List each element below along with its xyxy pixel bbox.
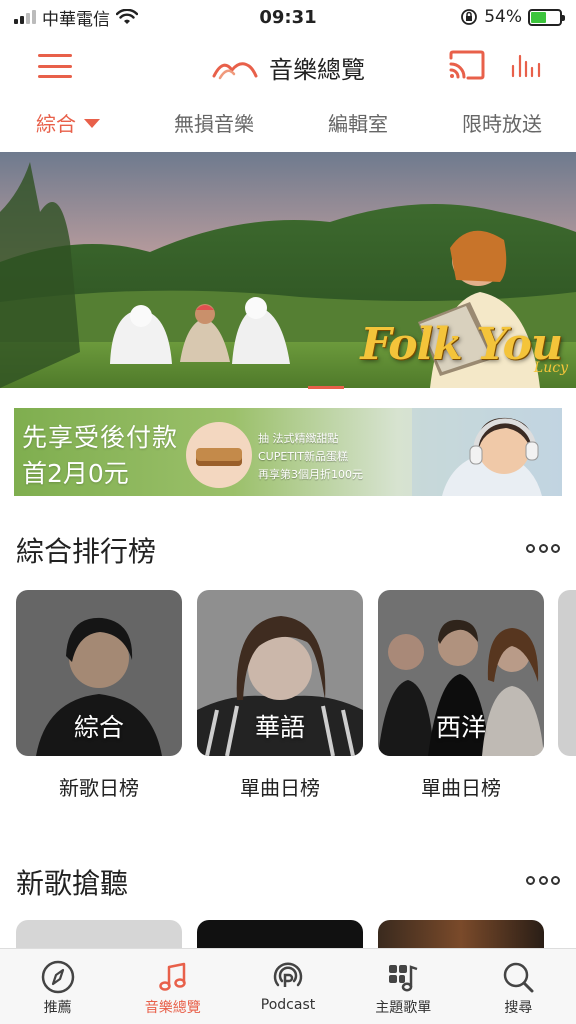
battery-percent: 54% — [484, 7, 522, 27]
carousel-indicator — [308, 386, 344, 389]
compass-icon — [41, 960, 74, 994]
ad-detail-2: CUPETIT新品蛋糕 — [258, 450, 348, 463]
ranking-card-western[interactable]: 西洋 — [378, 590, 544, 756]
music-note-icon — [159, 962, 186, 991]
app-header: 音樂總覽 — [0, 36, 576, 94]
tab-overall[interactable]: 綜合 — [36, 108, 100, 137]
wifi-icon — [116, 9, 138, 24]
card-caption[interactable]: 單曲日榜 — [197, 772, 363, 801]
playlist-icon — [389, 965, 418, 992]
ad-banner[interactable]: 先享受後付款 首2月0元 抽 法式精緻甜點 CUPETIT新品蛋糕 再享第3個月… — [14, 408, 562, 496]
card-label: 華語 — [254, 713, 305, 742]
signal-icon — [14, 10, 36, 24]
tab-editorial[interactable]: 編輯室 — [328, 108, 388, 137]
tab-lossless[interactable]: 無損音樂 — [174, 108, 254, 137]
card-label: 西洋 — [435, 713, 486, 742]
nav-podcast[interactable]: Podcast — [230, 949, 345, 1024]
status-right: 54% — [460, 7, 565, 27]
ranking-section-title: 綜合排行榜 — [16, 535, 157, 568]
battery-icon — [528, 8, 565, 26]
card-caption[interactable]: 新歌日榜 — [16, 772, 182, 801]
nav-label: Podcast — [260, 997, 316, 1013]
nav-label: 主題歌單 — [375, 1000, 432, 1016]
bottom-nav: 推薦 音樂總覽 Podcast 主題歌單 搜尋 — [0, 948, 576, 1024]
search-icon — [504, 962, 534, 993]
carrier-label: 中華電信 — [42, 9, 110, 30]
ad-subheadline: 首2月0元 — [22, 459, 129, 488]
podcast-icon — [273, 962, 303, 987]
ad-detail-3: 再享第3個月折100元 — [258, 468, 363, 481]
nav-label: 音樂總覽 — [144, 1000, 201, 1016]
nav-recommend[interactable]: 推薦 — [0, 949, 115, 1024]
hero-signature: Lucy — [533, 360, 568, 376]
nav-label: 推薦 — [43, 1000, 72, 1016]
mountain-logo-icon — [212, 61, 258, 79]
equalizer-icon[interactable] — [510, 52, 542, 78]
battery-fill — [531, 11, 547, 23]
nav-music-overview[interactable]: 音樂總覽 — [115, 949, 230, 1024]
cake-image — [186, 422, 252, 488]
ranking-card-peek[interactable] — [558, 590, 576, 756]
hero-title: Folk You — [360, 319, 563, 370]
card-caption[interactable]: 單曲日榜 — [378, 772, 544, 801]
status-bar: 中華電信 09:31 54% — [0, 0, 576, 34]
ad-detail-1: 抽 法式精緻甜點 — [258, 432, 339, 445]
nav-label: 搜尋 — [504, 1000, 533, 1016]
tab-limited-offer[interactable]: 限時放送 — [462, 108, 542, 137]
orientation-lock-icon — [461, 9, 478, 25]
caret-down-icon — [84, 119, 100, 128]
new-songs-section-title: 新歌搶聽 — [16, 867, 129, 900]
header-title-group: 音樂總覽 — [0, 50, 576, 85]
cast-icon[interactable] — [448, 50, 486, 80]
new-songs-more-icon[interactable] — [526, 876, 560, 886]
page-title: 音樂總覽 — [269, 56, 365, 84]
status-left: 中華電信 — [14, 5, 138, 30]
ranking-card-mandarin[interactable]: 華語 — [197, 590, 363, 756]
nav-playlists[interactable]: 主題歌單 — [346, 949, 461, 1024]
hero-banner[interactable]: Folk You Lucy — [0, 152, 576, 388]
ad-headline: 先享受後付款 — [22, 423, 179, 452]
headphone-girl-image — [412, 408, 562, 496]
ranking-card-overall[interactable]: 綜合 — [16, 590, 182, 756]
tab-label: 綜合 — [36, 112, 76, 136]
category-tabs: 綜合 無損音樂 編輯室 限時放送 — [0, 104, 576, 144]
ranking-more-icon[interactable] — [526, 544, 560, 554]
nav-search[interactable]: 搜尋 — [461, 949, 576, 1024]
card-label: 綜合 — [73, 713, 124, 742]
